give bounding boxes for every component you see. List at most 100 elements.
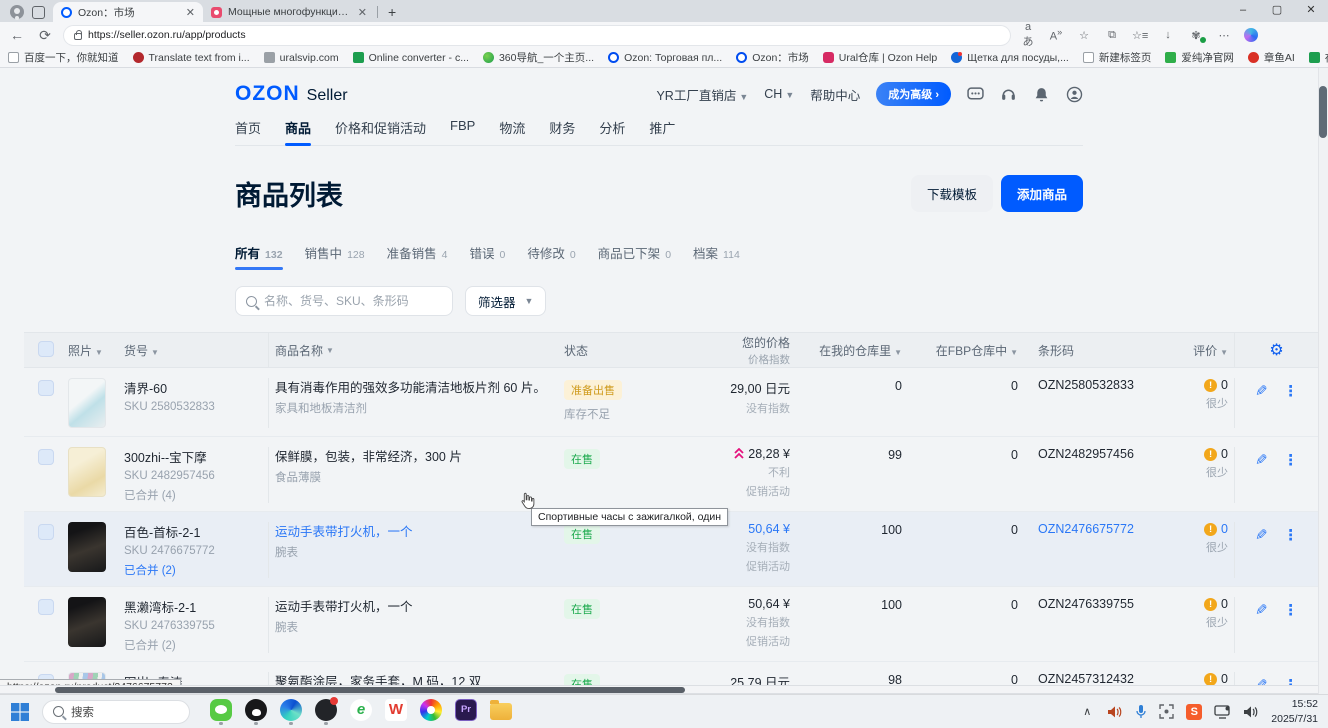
product-photo[interactable] — [68, 522, 106, 572]
nav-item[interactable]: 财务 — [549, 118, 575, 145]
product-photo[interactable] — [68, 447, 106, 497]
nav-item[interactable]: 商品 — [285, 118, 311, 145]
nav-item[interactable]: FBP — [450, 118, 475, 145]
store-selector[interactable]: YR工厂直销店▼ — [656, 85, 748, 104]
filter-tab[interactable]: 商品已下架 0 — [598, 243, 671, 270]
cast-display-icon[interactable] — [1214, 705, 1231, 719]
search-input[interactable] — [264, 294, 442, 308]
filters-button[interactable]: 筛选器▼ — [465, 286, 546, 316]
ie-icon[interactable] — [350, 699, 372, 721]
address-bar[interactable]: https://seller.ozon.ru/app/products — [64, 26, 1010, 45]
help-center-link[interactable]: 帮助中心 — [810, 85, 860, 104]
read-aloud-icon[interactable]: A» — [1048, 27, 1064, 43]
merged-link[interactable]: 已合并 (2) — [124, 562, 262, 578]
split-screen-icon[interactable]: ⧉ — [1104, 29, 1120, 42]
promo-label[interactable]: 促销活动 — [684, 558, 790, 574]
horizontal-scrollbar-thumb[interactable] — [55, 687, 685, 693]
support-headset-icon[interactable] — [1000, 86, 1017, 103]
microphone-icon[interactable] — [1135, 704, 1147, 719]
select-all-checkbox[interactable] — [38, 341, 54, 357]
browser-tab-2[interactable]: Мощные многофункциональнь ✕ — [203, 2, 375, 22]
article-name[interactable]: 黑濑湾标-2-1 — [124, 597, 262, 616]
bookmark-item[interactable]: Ural仓库 | Ozon Help — [823, 50, 937, 65]
product-photo[interactable] — [68, 378, 106, 428]
premiere-icon[interactable] — [455, 699, 477, 721]
add-product-button[interactable]: 添加商品 — [1001, 175, 1083, 212]
rating-count[interactable]: 0 — [1221, 378, 1228, 392]
vertical-scrollbar-thumb[interactable] — [1319, 86, 1327, 138]
tab-workspaces-icon[interactable] — [32, 6, 45, 19]
col-fbp-stock[interactable]: 在FBP仓库中▼ — [908, 342, 1024, 359]
rating-count[interactable]: 0 — [1221, 672, 1228, 686]
fit-screen-icon[interactable] — [1159, 704, 1174, 719]
rating-count[interactable]: 0 — [1221, 597, 1228, 611]
taskbar-clock[interactable]: 15:52 2025/7/31 — [1271, 697, 1318, 725]
edge-icon[interactable] — [280, 699, 302, 721]
refresh-button[interactable]: ⟳ — [36, 27, 54, 44]
bookmark-item[interactable]: Translate text from i... — [133, 52, 250, 64]
row-checkbox[interactable] — [38, 524, 54, 540]
nav-item[interactable]: 价格和促销活动 — [335, 118, 426, 145]
volume-icon[interactable] — [1243, 705, 1259, 719]
nav-item[interactable]: 分析 — [599, 118, 625, 145]
barcode-value[interactable]: OZN2476675772 — [1038, 522, 1134, 536]
window-minimize-button[interactable]: – — [1226, 0, 1260, 22]
downloads-icon[interactable]: ↓ — [1160, 29, 1176, 41]
window-restore-button[interactable]: ▢ — [1260, 0, 1294, 22]
price-value[interactable]: 50,64 ¥ — [748, 597, 790, 611]
barcode-value[interactable]: OZN2457312432 — [1038, 672, 1134, 686]
article-name[interactable]: 百色-首标-2-1 — [124, 522, 262, 541]
start-button[interactable] — [10, 702, 30, 722]
tab-close-icon[interactable]: ✕ — [186, 6, 195, 19]
promo-label[interactable]: 促销活动 — [684, 633, 790, 649]
price-value[interactable]: 28,28 ¥ — [748, 447, 790, 461]
language-selector[interactable]: CH▼ — [764, 87, 794, 101]
rating-count[interactable]: 0 — [1221, 447, 1228, 461]
copilot-icon[interactable] — [1244, 28, 1258, 42]
filter-tab[interactable]: 待修改 0 — [527, 243, 575, 270]
recorder-icon[interactable] — [315, 699, 337, 721]
download-template-button[interactable]: 下载模板 — [911, 175, 993, 212]
lock-icon[interactable] — [74, 33, 82, 40]
collections-icon[interactable]: ☆≡ — [1132, 29, 1148, 42]
url-text[interactable]: https://seller.ozon.ru/app/products — [88, 29, 246, 41]
edit-icon[interactable]: ✎ — [1255, 382, 1268, 428]
bookmark-item[interactable]: 360导航_一个主页... — [483, 50, 594, 65]
filter-tab[interactable]: 销售中 128 — [305, 243, 365, 270]
nav-item[interactable]: 物流 — [499, 118, 525, 145]
tray-chevron-up-icon[interactable]: ∧ — [1079, 705, 1095, 718]
bookmark-item[interactable]: 在线转换器 - 免费... — [1309, 50, 1328, 65]
bookmark-item[interactable]: 爱纯净官网 — [1165, 50, 1234, 65]
product-title[interactable]: 运动手表带打火机，一个 — [275, 599, 552, 615]
filter-tab[interactable]: 档案 114 — [693, 243, 740, 270]
more-menu-icon[interactable]: ⋯ — [1216, 29, 1232, 42]
wps-icon[interactable] — [385, 699, 407, 721]
ozon-seller-logo[interactable]: OZON Seller — [235, 82, 348, 106]
nav-item[interactable]: 推广 — [649, 118, 675, 145]
sogou-input-icon[interactable]: S — [1186, 704, 1202, 720]
edit-icon[interactable]: ✎ — [1255, 451, 1268, 503]
article-name[interactable]: 清界-60 — [124, 378, 262, 397]
speaker-loud-icon[interactable] — [1107, 705, 1123, 719]
price-value[interactable]: 29,00 日元 — [730, 378, 790, 397]
product-photo[interactable] — [68, 597, 106, 647]
premium-button[interactable]: 成为高级 › — [876, 82, 951, 106]
vertical-scrollbar[interactable] — [1318, 68, 1328, 694]
bookmark-item[interactable]: 章鱼AI — [1248, 50, 1295, 65]
filter-tab[interactable]: 准备销售 4 — [387, 243, 448, 270]
browser-profile-avatar[interactable] — [10, 5, 24, 19]
row-menu-icon[interactable]: ⋮ — [1283, 382, 1298, 428]
promo-label[interactable]: 促销活动 — [684, 483, 790, 499]
row-menu-icon[interactable]: ⋮ — [1283, 601, 1298, 653]
col-article[interactable]: 货号▼ — [118, 342, 268, 359]
bookmark-item[interactable]: Щетка для посуды,... — [951, 52, 1069, 64]
barcode-value[interactable]: OZN2482957456 — [1038, 447, 1134, 461]
notifications-bell-icon[interactable] — [1033, 86, 1050, 103]
merged-link[interactable]: 已合并 (4) — [124, 487, 262, 503]
row-menu-icon[interactable]: ⋮ — [1283, 526, 1298, 578]
colorwheel-icon[interactable] — [420, 699, 442, 721]
translate-icon[interactable]: aあ — [1020, 21, 1036, 49]
rating-count[interactable]: 0 — [1221, 522, 1228, 536]
bookmark-item[interactable]: Ozon: Торговая пл... — [608, 52, 722, 64]
col-product[interactable]: 商品名称▼ — [268, 333, 558, 367]
